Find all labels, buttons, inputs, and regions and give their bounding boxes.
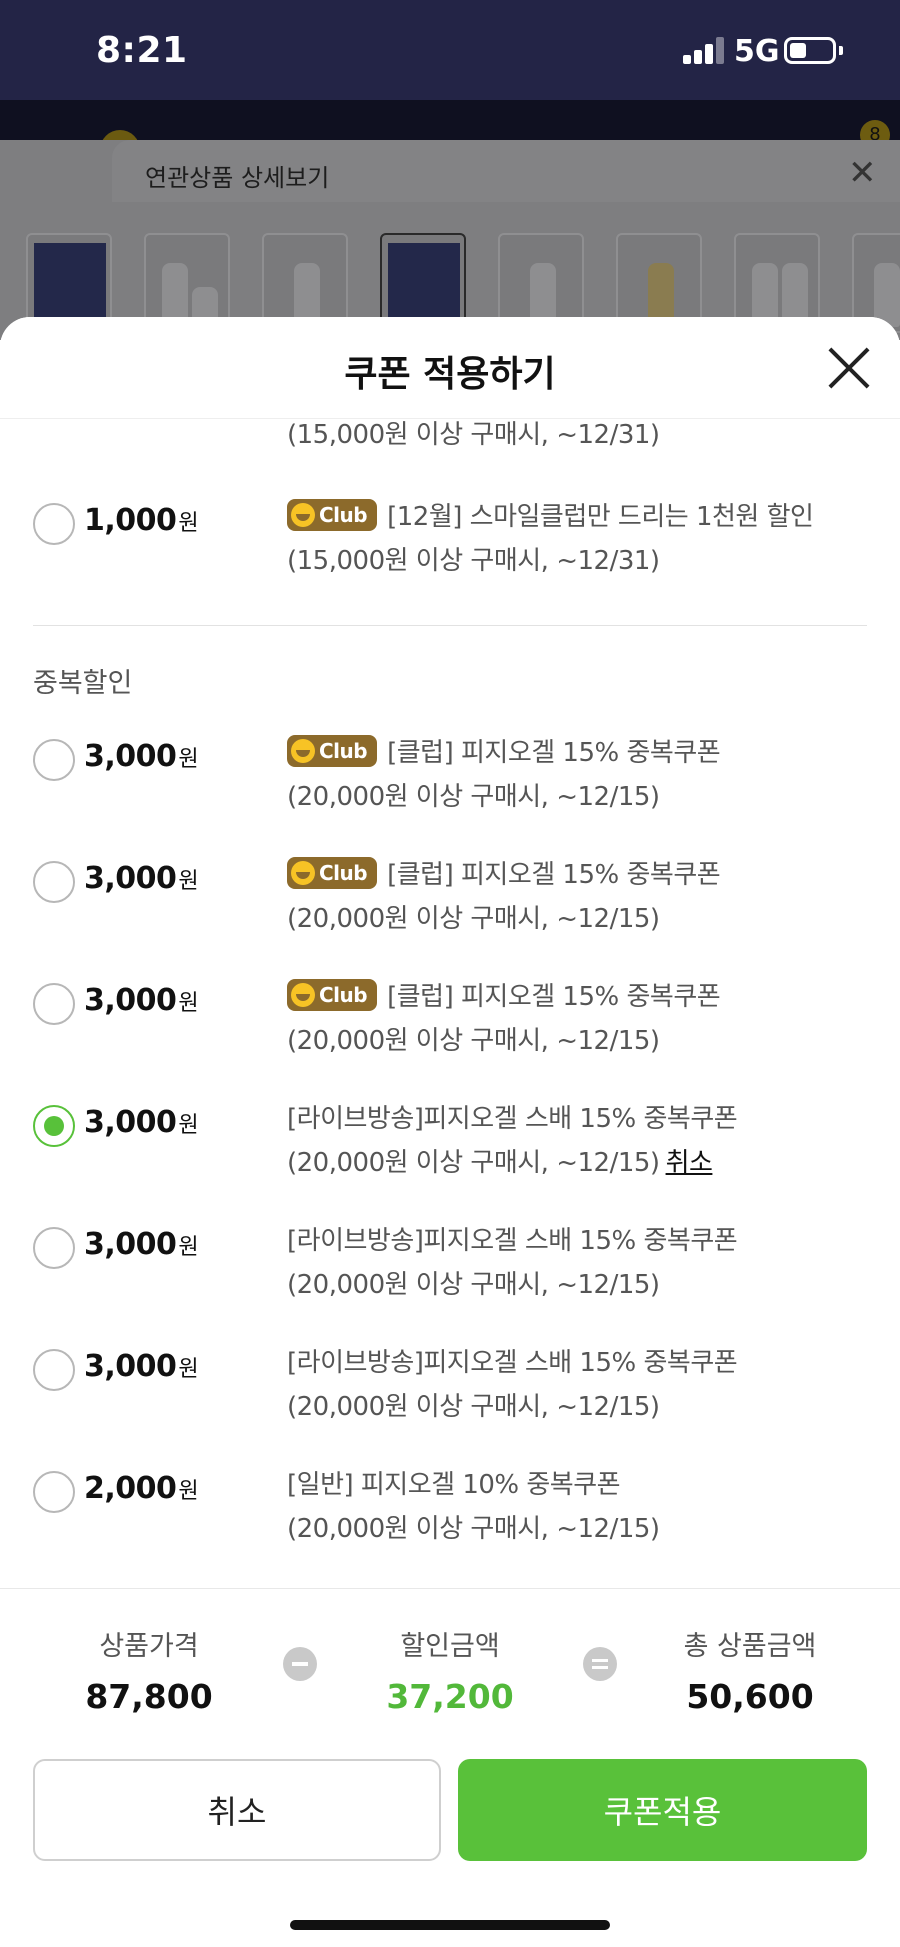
battery-icon [784,37,836,64]
coupon-radio[interactable] [33,503,75,545]
coupon-title: [클럽] 피지오겔 15% 중복쿠폰 [387,860,721,890]
smile-icon [291,503,315,527]
section-divider [33,625,867,626]
section-label: 중복할인 [33,668,133,699]
coupon-amount: 3,000원 [84,1105,199,1140]
product-price-label: 상품가격 [99,1631,199,1662]
product-price-value: 87,800 [85,1677,213,1716]
coupon-row[interactable]: 3,000원 Club [클럽] 피지오겔 15% 중복쿠폰 (20,000원 이… [0,853,900,953]
network-label: 5G [734,34,780,69]
coupon-cancel-link[interactable]: 취소 [666,1148,713,1178]
coupon-title: [라이브방송]피지오겔 스배 15% 중복쿠폰 [287,1104,738,1134]
coupon-condition: (20,000원 이상 구매시, ~12/15) [287,1514,660,1544]
coupon-row[interactable]: 3,000원 Club [클럽] 피지오겔 15% 중복쿠폰 (20,000원 이… [0,975,900,1075]
sheet-header: 쿠폰 적용하기 [0,317,900,419]
coupon-amount: 3,000원 [84,739,199,774]
coupon-row[interactable]: 3,000원 [라이브방송]피지오겔 스배 15% 중복쿠폰 (20,000원 … [0,1219,900,1319]
coupon-condition: (20,000원 이상 구매시, ~12/15) [287,904,660,934]
discount-value: 37,200 [386,1677,514,1716]
club-badge: Club [287,734,378,767]
total-label: 총 상품금액 [683,1631,817,1662]
club-badge: Club [287,498,378,531]
coupon-amount: 3,000원 [84,983,199,1018]
background-page: ‹ 8 연관상품 상세보기 ✕ [0,100,900,340]
coupon-radio[interactable] [33,739,75,781]
coupon-title: [12월] 스마일클럽만 드리는 1천원 할인 [387,502,814,532]
coupon-condition: (15,000원 이상 구매시, ~12/31) [287,546,660,576]
status-bar: 8:21 5G [0,0,900,100]
coupon-radio[interactable] [33,1471,75,1513]
club-badge: Club [287,856,378,889]
coupon-title: [라이브방송]피지오겔 스배 15% 중복쿠폰 [287,1226,738,1256]
coupon-title: [라이브방송]피지오겔 스배 15% 중복쿠폰 [287,1348,738,1378]
coupon-amount: 2,000원 [84,1471,199,1506]
coupon-condition: (20,000원 이상 구매시, ~12/15) [287,782,660,812]
coupon-row[interactable]: 3,000원 Club [클럽] 피지오겔 15% 중복쿠폰 (20,000원 이… [0,731,900,831]
coupon-title: [클럽] 피지오겔 15% 중복쿠폰 [387,738,721,768]
coupon-radio[interactable] [33,861,75,903]
coupon-radio[interactable] [33,983,75,1025]
smile-icon [291,983,315,1007]
coupon-condition: (20,000원 이상 구매시, ~12/15) [287,1270,660,1300]
smile-icon [291,861,315,885]
coupon-row[interactable]: 3,000원 [라이브방송]피지오겔 스배 15% 중복쿠폰 (20,000원 … [0,1341,900,1441]
club-badge: Club [287,978,378,1011]
sheet-title: 쿠폰 적용하기 [344,354,556,395]
coupon-amount: 3,000원 [84,1349,199,1384]
coupon-footer: 상품가격 87,800 할인금액 37,200 총 상품금액 50,600 취소… [0,1588,900,1947]
status-time: 8:21 [96,30,188,71]
minus-icon [283,1647,317,1681]
coupon-condition: (20,000원 이상 구매시, ~12/15) [287,1026,660,1056]
discount-label: 할인금액 [400,1631,500,1662]
coupon-condition: (20,000원 이상 구매시, ~12/15) [287,1148,660,1178]
total-summary: 총 상품금액 50,600 [630,1624,870,1716]
coupon-radio-checked[interactable] [33,1105,75,1147]
coupon-radio[interactable] [33,1349,75,1391]
product-price-summary: 상품가격 87,800 [29,1624,269,1716]
close-icon[interactable] [826,345,872,391]
coupon-condition: (15,000원 이상 구매시, ~12/31) [287,420,660,450]
coupon-amount: 3,000원 [84,861,199,896]
smile-icon [291,739,315,763]
coupon-amount: 3,000원 [84,1227,199,1262]
coupon-title: [일반] 피지오겔 10% 중복쿠폰 [287,1470,621,1500]
coupon-radio[interactable] [33,1227,75,1269]
apply-coupon-button[interactable]: 쿠폰적용 [458,1759,867,1861]
cancel-button[interactable]: 취소 [33,1759,441,1861]
battery-tip [839,46,843,55]
signal-icon [683,36,727,64]
coupon-amount: 1,000원 [84,503,199,538]
home-indicator [290,1920,610,1930]
related-products-title: 연관상품 상세보기 [145,164,330,192]
related-close-icon: ✕ [848,153,877,193]
equals-icon [583,1647,617,1681]
coupon-row[interactable]: 1,000원 Club [12월] 스마일클럽만 드리는 1천원 할인 (15,0… [0,495,900,595]
coupon-condition: (20,000원 이상 구매시, ~12/15) [287,1392,660,1422]
total-value: 50,600 [686,1677,814,1716]
discount-summary: 할인금액 37,200 [330,1624,570,1716]
coupon-title: [클럽] 피지오겔 15% 중복쿠폰 [387,982,721,1012]
coupon-row[interactable]: 2,000원 [일반] 피지오겔 10% 중복쿠폰 (20,000원 이상 구매… [0,1463,900,1563]
coupon-row-selected[interactable]: 3,000원 [라이브방송]피지오겔 스배 15% 중복쿠폰 (20,000원 … [0,1097,900,1197]
